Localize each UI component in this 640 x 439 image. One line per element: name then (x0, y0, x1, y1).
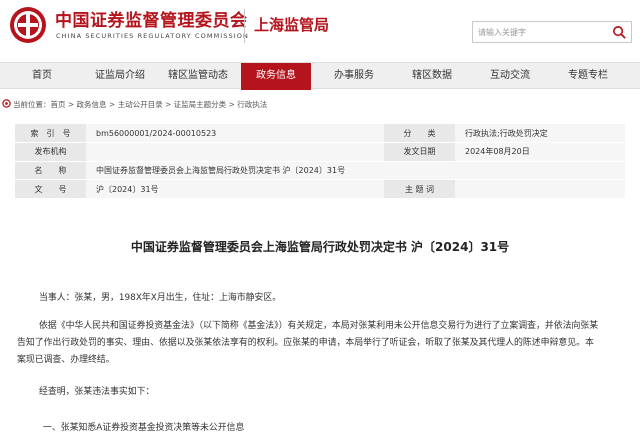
org-name-cn: 中国证券监督管理委员会 (55, 11, 248, 31)
basis-paragraph: 依据《中华人民共和国证券投资基金法》（以下简称《基金法》）有关规定，本局对张某利… (17, 321, 599, 365)
search-input[interactable]: 请输入关键字 (472, 21, 632, 43)
org-name-en: CHINA SECURITIES REGULATORY COMMISSION (56, 32, 249, 40)
document-meta-table: 索 引 号 bm56000001/2024-00010523 分 类 行政执法;… (15, 124, 625, 199)
date-label: 发文日期 (384, 142, 455, 162)
table-row: 名 称 中国证券监督管理委员会上海监管局行政处罚决定书 沪〔2024〕31号 (15, 161, 625, 181)
issuer-value (86, 142, 384, 162)
section-heading: 一、张某知悉A证券投资基金投资决策等未公开信息 (43, 423, 245, 433)
table-row: 索 引 号 bm56000001/2024-00010523 分 类 行政执法;… (15, 124, 625, 144)
index-label: 索 引 号 (15, 124, 86, 144)
nav-item-interaction[interactable]: 互动交流 (475, 63, 545, 90)
document-title: 中国证券监督管理委员会上海监管局行政处罚决定书 沪〔2024〕31号 (130, 240, 510, 254)
nav-item-home[interactable]: 首页 (7, 63, 77, 90)
subject-label: 主 题 词 (384, 179, 455, 199)
site-header: 中国证券监督管理委员会 CHINA SECURITIES REGULATORY … (0, 0, 640, 62)
table-row: 发布机构 发文日期 2024年08月20日 (15, 142, 625, 162)
search-placeholder: 请输入关键字 (478, 28, 526, 37)
index-value: bm56000001/2024-00010523 (86, 124, 384, 144)
name-label: 名 称 (15, 161, 86, 181)
nav-item-data[interactable]: 辖区数据 (397, 63, 467, 90)
category-label: 分 类 (384, 124, 455, 144)
location-icon (2, 99, 11, 108)
main-nav: 首页 证监局介绍 辖区监管动态 政务信息 办事服务 辖区数据 互动交流 专题专栏 (0, 62, 640, 90)
csrc-logo-icon (10, 7, 46, 43)
docno-label: 文 号 (15, 179, 86, 199)
nav-item-intro[interactable]: 证监局介绍 (85, 63, 155, 90)
issuer-label: 发布机构 (15, 142, 86, 162)
branch-name: 上海监管局 (254, 16, 330, 34)
name-value: 中国证券监督管理委员会上海监管局行政处罚决定书 沪〔2024〕31号 (86, 161, 625, 181)
header-divider (244, 9, 245, 43)
nav-item-topics[interactable]: 专题专栏 (553, 63, 623, 90)
category-value: 行政执法;行政处罚决定 (455, 124, 625, 144)
breadcrumb-text[interactable]: 当前位置：首页 > 政务信息 > 主动公开目录 > 证监局主题分类 > 行政执法 (13, 99, 267, 110)
subject-value (455, 179, 625, 199)
nav-item-regulation[interactable]: 辖区监管动态 (163, 63, 233, 90)
finding-paragraph: 经查明，张某违法事实如下： (39, 387, 155, 397)
breadcrumb: 当前位置：首页 > 政务信息 > 主动公开目录 > 证监局主题分类 > 行政执法 (0, 95, 640, 113)
docno-value: 沪〔2024〕31号 (86, 179, 384, 199)
nav-item-gov-info[interactable]: 政务信息 (241, 63, 311, 90)
party-paragraph: 当事人：张某，男，198X年X月出生，住址：上海市静安区。 (39, 293, 282, 303)
table-row: 文 号 沪〔2024〕31号 主 题 词 (15, 179, 625, 199)
nav-item-services[interactable]: 办事服务 (319, 63, 389, 90)
search-icon[interactable] (612, 25, 627, 40)
date-value: 2024年08月20日 (455, 142, 625, 162)
